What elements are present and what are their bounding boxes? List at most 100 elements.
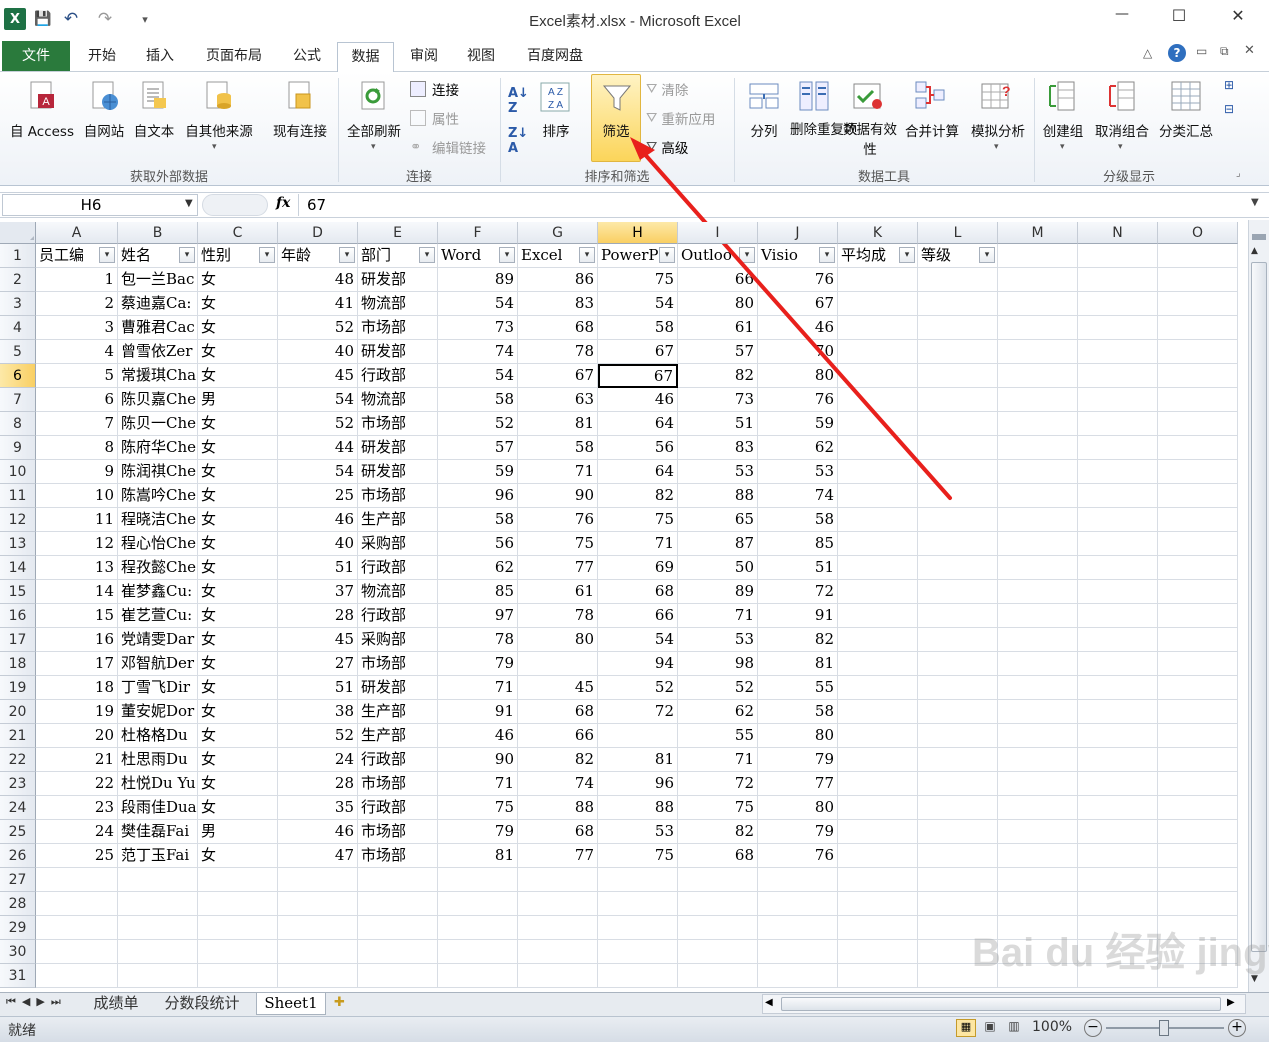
table-cell[interactable]: 44 bbox=[278, 436, 358, 460]
filter-dropdown-icon[interactable]: ▾ bbox=[99, 247, 115, 263]
table-cell[interactable]: 77 bbox=[758, 772, 838, 796]
table-cell[interactable]: 27 bbox=[278, 652, 358, 676]
row-header[interactable]: 18 bbox=[0, 652, 36, 676]
table-cell[interactable]: 女 bbox=[198, 844, 278, 868]
table-cell[interactable]: 57 bbox=[438, 436, 518, 460]
table-cell[interactable]: 94 bbox=[598, 652, 678, 676]
table-cell[interactable]: 11 bbox=[36, 508, 118, 532]
table-cell[interactable]: 52 bbox=[598, 676, 678, 700]
other-sources-dropdown-icon[interactable]: ▾ bbox=[212, 142, 217, 152]
table-cell[interactable]: 52 bbox=[278, 724, 358, 748]
vertical-scrollbar[interactable]: ▲ ▼ bbox=[1248, 220, 1269, 992]
table-cell[interactable]: 71 bbox=[598, 532, 678, 556]
filter-dropdown-icon[interactable]: ▾ bbox=[819, 247, 835, 263]
from-other-sources-button[interactable]: 自其他来源 bbox=[180, 120, 258, 140]
consolidate-icon[interactable] bbox=[914, 80, 946, 116]
table-cell[interactable]: 行政部 bbox=[358, 556, 438, 580]
table-cell[interactable]: 53 bbox=[758, 460, 838, 484]
refresh-dropdown-icon[interactable]: ▾ bbox=[371, 142, 376, 152]
table-cell[interactable]: 38 bbox=[278, 700, 358, 724]
ungroup-button[interactable]: 取消组合 bbox=[1090, 120, 1154, 140]
filter-dropdown-icon[interactable]: ▾ bbox=[899, 247, 915, 263]
table-cell[interactable]: 73 bbox=[678, 388, 758, 412]
table-cell[interactable] bbox=[278, 964, 358, 988]
column-header-k[interactable]: K bbox=[838, 222, 918, 244]
table-cell[interactable]: 40 bbox=[278, 532, 358, 556]
table-cell[interactable] bbox=[278, 868, 358, 892]
table-cell[interactable] bbox=[678, 916, 758, 940]
table-cell[interactable]: 82 bbox=[678, 820, 758, 844]
table-cell[interactable] bbox=[1158, 316, 1238, 340]
column-header-m[interactable]: M bbox=[998, 222, 1078, 244]
sheet-tab-sheet1[interactable]: Sheet1 bbox=[256, 993, 326, 1015]
table-cell[interactable] bbox=[918, 652, 998, 676]
table-cell[interactable] bbox=[998, 796, 1078, 820]
table-cell[interactable] bbox=[998, 388, 1078, 412]
table-cell[interactable]: 采购部 bbox=[358, 532, 438, 556]
table-cell[interactable]: 女 bbox=[198, 268, 278, 292]
table-cell[interactable]: 47 bbox=[278, 844, 358, 868]
table-cell[interactable]: 1 bbox=[36, 268, 118, 292]
table-cell[interactable] bbox=[1078, 748, 1158, 772]
table-cell[interactable] bbox=[598, 724, 678, 748]
table-cell[interactable] bbox=[838, 412, 918, 436]
table-cell[interactable] bbox=[598, 940, 678, 964]
table-cell[interactable] bbox=[518, 964, 598, 988]
table-cell[interactable] bbox=[438, 964, 518, 988]
row-header[interactable]: 16 bbox=[0, 604, 36, 628]
reapply-button[interactable]: ⛛ 重新应用 bbox=[646, 107, 715, 129]
filter-label[interactable]: 筛选 bbox=[591, 120, 641, 140]
table-cell[interactable]: 78 bbox=[518, 340, 598, 364]
table-cell[interactable]: 54 bbox=[278, 388, 358, 412]
table-cell[interactable] bbox=[1078, 724, 1158, 748]
header-cell[interactable] bbox=[1078, 244, 1158, 268]
table-cell[interactable]: 45 bbox=[278, 364, 358, 388]
table-cell[interactable]: 67 bbox=[758, 292, 838, 316]
filter-button[interactable] bbox=[591, 74, 641, 162]
table-cell[interactable]: 党靖雯Dar bbox=[118, 628, 198, 652]
table-cell[interactable] bbox=[838, 460, 918, 484]
refresh-all-button[interactable]: 全部刷新 bbox=[340, 120, 408, 140]
table-cell[interactable]: 88 bbox=[518, 796, 598, 820]
table-cell[interactable] bbox=[918, 772, 998, 796]
table-cell[interactable]: 76 bbox=[758, 268, 838, 292]
row-header[interactable]: 8 bbox=[0, 412, 36, 436]
table-cell[interactable] bbox=[36, 868, 118, 892]
column-header-d[interactable]: D bbox=[278, 222, 358, 244]
row-header[interactable]: 11 bbox=[0, 484, 36, 508]
table-cell[interactable]: 96 bbox=[598, 772, 678, 796]
table-cell[interactable] bbox=[598, 868, 678, 892]
table-cell[interactable]: 83 bbox=[518, 292, 598, 316]
table-cell[interactable]: 段雨佳Dua bbox=[118, 796, 198, 820]
table-cell[interactable] bbox=[918, 484, 998, 508]
table-cell[interactable] bbox=[918, 460, 998, 484]
table-cell[interactable]: 56 bbox=[438, 532, 518, 556]
select-all-button[interactable] bbox=[0, 222, 36, 244]
table-cell[interactable]: 物流部 bbox=[358, 388, 438, 412]
table-cell[interactable]: 25 bbox=[278, 484, 358, 508]
filter-dropdown-icon[interactable]: ▾ bbox=[499, 247, 515, 263]
table-cell[interactable] bbox=[1158, 292, 1238, 316]
table-cell[interactable]: 55 bbox=[758, 676, 838, 700]
table-cell[interactable] bbox=[1078, 460, 1158, 484]
table-cell[interactable]: 14 bbox=[36, 580, 118, 604]
table-cell[interactable] bbox=[118, 964, 198, 988]
table-cell[interactable]: 女 bbox=[198, 796, 278, 820]
table-cell[interactable]: 66 bbox=[598, 604, 678, 628]
table-cell[interactable]: 市场部 bbox=[358, 772, 438, 796]
group-button[interactable]: 创建组 bbox=[1038, 120, 1088, 140]
table-cell[interactable] bbox=[918, 556, 998, 580]
formula-input[interactable]: 67 bbox=[307, 196, 326, 214]
table-cell[interactable]: 研发部 bbox=[358, 436, 438, 460]
table-cell[interactable]: 市场部 bbox=[358, 484, 438, 508]
table-cell[interactable] bbox=[1078, 316, 1158, 340]
table-cell[interactable] bbox=[998, 268, 1078, 292]
table-cell[interactable] bbox=[1078, 268, 1158, 292]
doc-close-icon[interactable]: ✕ bbox=[1244, 43, 1255, 58]
filter-dropdown-icon[interactable]: ▾ bbox=[419, 247, 435, 263]
table-cell[interactable]: 41 bbox=[278, 292, 358, 316]
sort-ascending-icon[interactable]: A↓ Z bbox=[508, 86, 529, 116]
table-cell[interactable]: 62 bbox=[758, 436, 838, 460]
table-cell[interactable]: 76 bbox=[518, 508, 598, 532]
properties-button[interactable]: 属性 bbox=[410, 107, 459, 129]
